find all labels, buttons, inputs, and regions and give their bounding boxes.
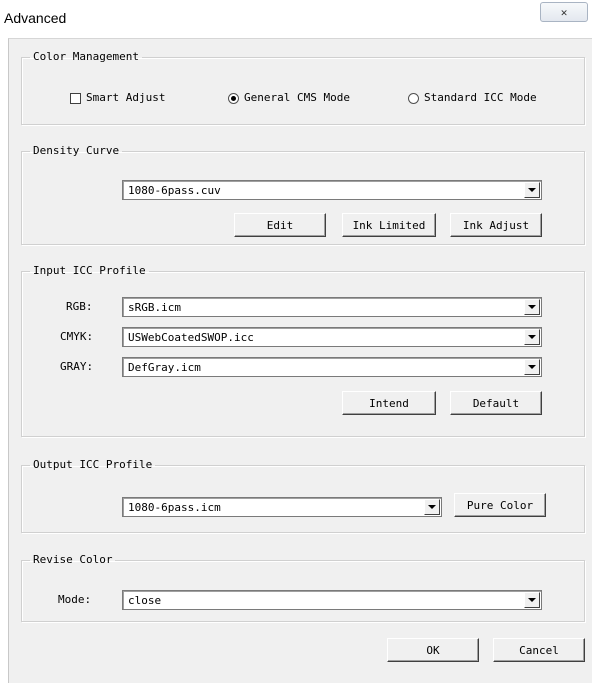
density-curve-value: 1080-6pass.cuv <box>128 184 221 197</box>
density-curve-dropdown[interactable]: 1080-6pass.cuv <box>122 180 542 200</box>
close-icon: ✕ <box>560 5 568 19</box>
dialog-body: Color Management Smart Adjust General CM… <box>8 38 592 683</box>
general-cms-radio[interactable] <box>228 93 239 104</box>
edit-button[interactable]: Edit <box>234 213 326 237</box>
mode-label: Mode: <box>58 593 92 606</box>
color-management-group: Color Management Smart Adjust General CM… <box>21 51 585 125</box>
standard-icc-label[interactable]: Standard ICC Mode <box>424 91 537 104</box>
close-button[interactable]: ✕ <box>540 2 588 22</box>
chevron-down-icon[interactable] <box>524 592 540 608</box>
ink-adjust-button[interactable]: Ink Adjust <box>450 213 542 237</box>
output-icc-group: Output ICC Profile 1080-6pass.icm Pure C… <box>21 459 585 533</box>
general-cms-label[interactable]: General CMS Mode <box>244 91 350 104</box>
rgb-profile-value: sRGB.icm <box>128 301 181 314</box>
smart-adjust-checkbox[interactable] <box>70 93 81 104</box>
cancel-button[interactable]: Cancel <box>493 638 585 662</box>
default-button[interactable]: Default <box>450 391 542 415</box>
window-title: Advanced <box>4 10 67 26</box>
standard-icc-radio[interactable] <box>408 93 419 104</box>
output-profile-dropdown[interactable]: 1080-6pass.icm <box>122 497 442 517</box>
revise-color-group: Revise Color Mode: close <box>21 554 585 622</box>
gray-profile-value: DefGray.icm <box>128 361 201 374</box>
revise-color-legend: Revise Color <box>33 553 113 566</box>
ink-limited-button[interactable]: Ink Limited <box>342 213 436 237</box>
output-profile-value: 1080-6pass.icm <box>128 501 221 514</box>
color-management-legend: Color Management <box>33 50 139 63</box>
density-curve-legend: Density Curve <box>33 144 120 157</box>
rgb-profile-dropdown[interactable]: sRGB.icm <box>122 297 542 317</box>
input-icc-group: Input ICC Profile RGB: sRGB.icm CMYK: US… <box>21 265 585 437</box>
smart-adjust-label[interactable]: Smart Adjust <box>86 91 165 104</box>
cmyk-profile-value: USWebCoatedSWOP.icc <box>128 331 254 344</box>
rgb-label: RGB: <box>66 300 93 313</box>
chevron-down-icon[interactable] <box>524 359 540 375</box>
ok-button[interactable]: OK <box>387 638 479 662</box>
radio-selected-dot <box>231 96 236 101</box>
gray-label: GRAY: <box>60 360 94 373</box>
chevron-down-icon[interactable] <box>524 299 540 315</box>
cmyk-profile-dropdown[interactable]: USWebCoatedSWOP.icc <box>122 327 542 347</box>
intend-button[interactable]: Intend <box>342 391 436 415</box>
chevron-down-icon[interactable] <box>424 499 440 515</box>
title-bar: Advanced ✕ <box>0 0 592 38</box>
density-curve-group: Density Curve 1080-6pass.cuv Edit Ink Li… <box>21 145 585 245</box>
input-icc-legend: Input ICC Profile <box>33 264 146 277</box>
gray-profile-dropdown[interactable]: DefGray.icm <box>122 357 542 377</box>
chevron-down-icon[interactable] <box>524 329 540 345</box>
mode-value: close <box>128 594 162 607</box>
mode-dropdown[interactable]: close <box>122 590 542 610</box>
cmyk-label: CMYK: <box>60 330 94 343</box>
output-icc-legend: Output ICC Profile <box>33 458 153 471</box>
pure-color-button[interactable]: Pure Color <box>454 493 546 517</box>
chevron-down-icon[interactable] <box>524 182 540 198</box>
